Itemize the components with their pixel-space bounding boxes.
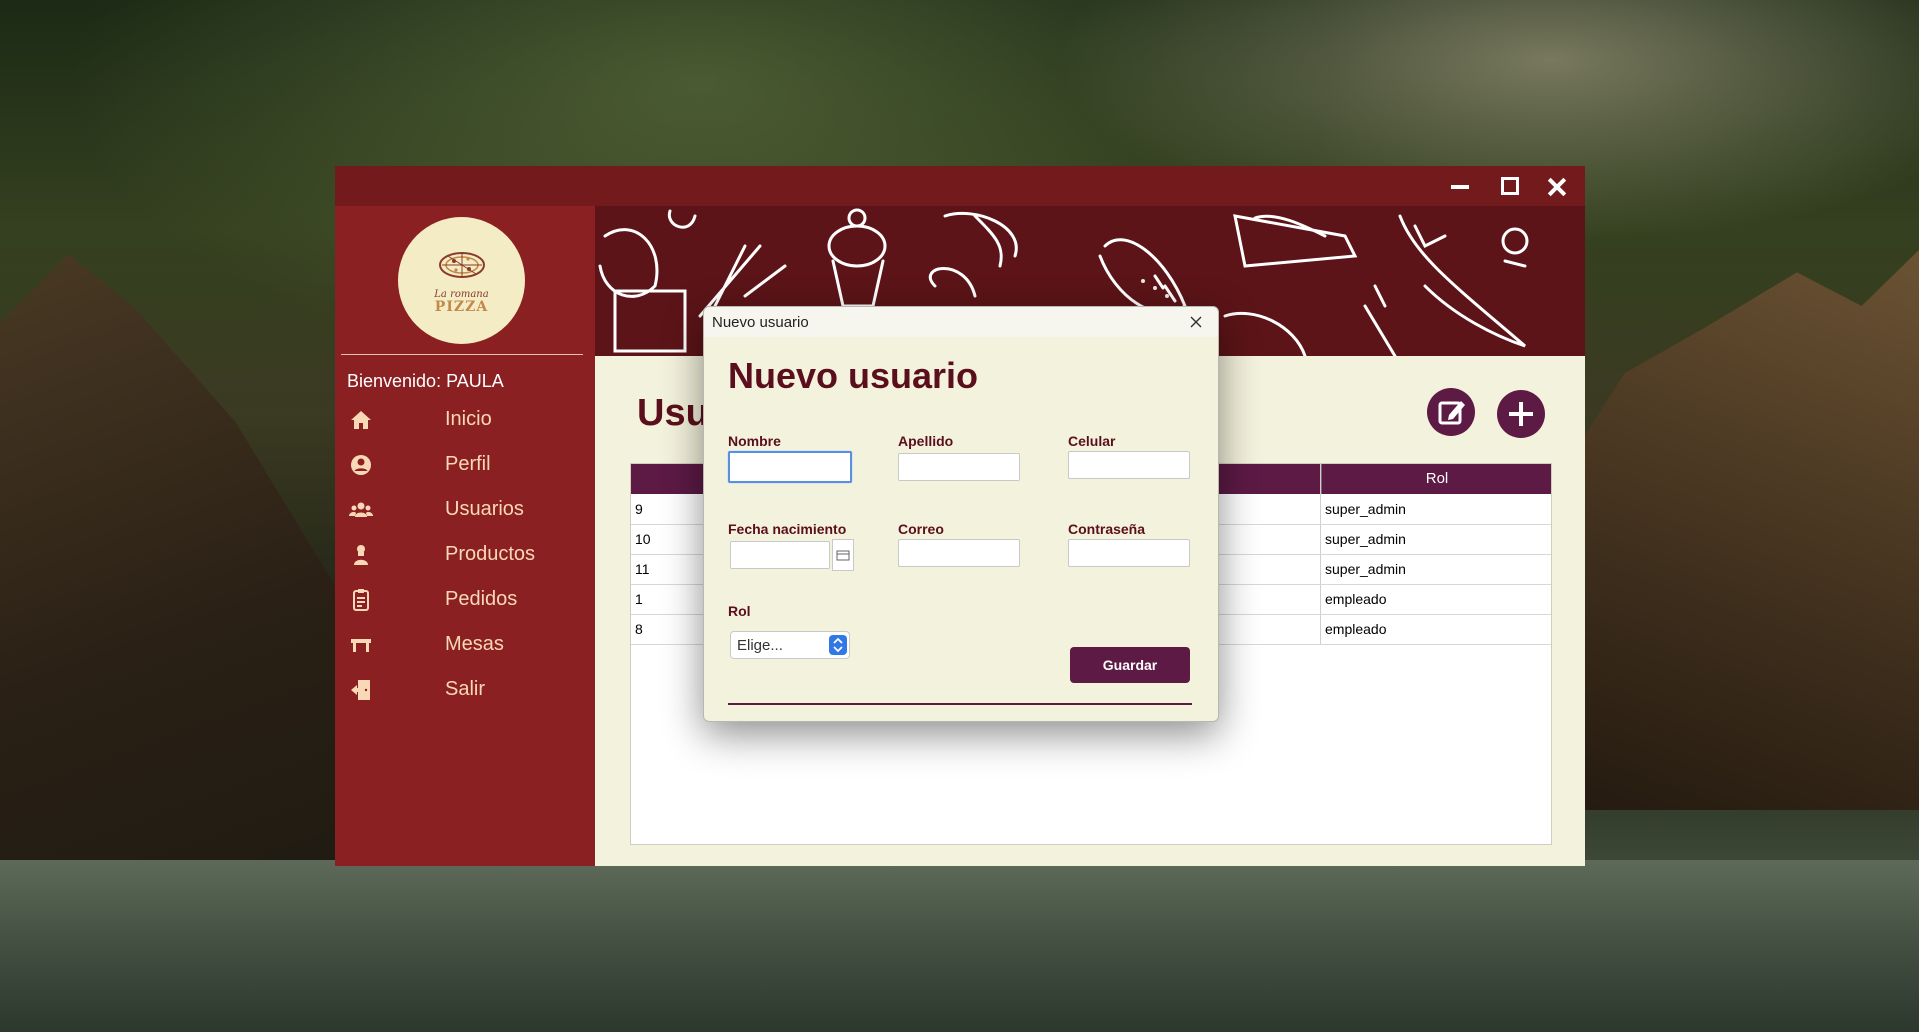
cell-rol: super_admin <box>1325 531 1406 547</box>
plus-icon <box>1509 402 1533 426</box>
wallpaper-mountain-right <box>1560 250 1919 810</box>
cell-rol: super_admin <box>1325 561 1406 577</box>
window-titlebar <box>335 166 1585 206</box>
logo: La romana PIZZA <box>398 217 525 344</box>
sidebar-item-mesas[interactable]: Mesas <box>335 623 595 667</box>
welcome-text: Bienvenido: PAULA <box>347 371 504 391</box>
sidebar-item-label: Perfil <box>445 453 491 475</box>
sidebar-item-salir[interactable]: Salir <box>335 668 595 712</box>
minimize-button[interactable] <box>1443 172 1475 200</box>
pizza-logo-icon <box>438 252 485 278</box>
correo-input[interactable] <box>898 539 1020 567</box>
cell-rol: super_admin <box>1325 501 1406 517</box>
table-icon <box>351 639 371 652</box>
home-icon <box>351 411 371 429</box>
cell-id: 1 <box>635 591 643 607</box>
calendar-icon <box>836 550 850 561</box>
correo-label: Correo <box>898 521 944 537</box>
dialog-close-button[interactable] <box>1184 311 1208 333</box>
column-header-rol[interactable]: Rol <box>1321 464 1552 494</box>
exit-door-icon <box>351 680 370 700</box>
edit-icon <box>1438 401 1465 425</box>
fecha-nacimiento-input[interactable] <box>730 541 830 569</box>
sidebar-item-label: Pedidos <box>445 588 518 610</box>
sidebar-item-perfil[interactable]: Perfil <box>335 443 595 487</box>
sidebar-item-label: Productos <box>445 543 536 565</box>
dialog-heading: Nuevo usuario <box>728 355 979 396</box>
page-title: Usu <box>637 392 709 434</box>
wallpaper-water <box>0 860 1919 1032</box>
nombre-label: Nombre <box>728 433 781 449</box>
calendar-button[interactable] <box>832 539 854 571</box>
rol-select-value: Elige... <box>737 637 783 654</box>
dialog-window-title: Nuevo usuario <box>712 314 809 331</box>
sidebar-divider <box>341 354 583 355</box>
users-icon <box>349 502 373 517</box>
apellido-input[interactable] <box>898 453 1020 481</box>
apellido-label: Apellido <box>898 433 954 449</box>
sidebar-item-inicio[interactable]: Inicio <box>335 398 595 442</box>
contrasena-label: Contraseña <box>1068 521 1146 537</box>
rol-label: Rol <box>728 603 751 619</box>
maximize-icon <box>1501 177 1519 195</box>
contrasena-input[interactable] <box>1068 539 1190 567</box>
close-icon <box>1190 316 1202 328</box>
user-circle-icon <box>351 455 371 475</box>
edit-user-button[interactable] <box>1427 388 1475 436</box>
celular-label: Celular <box>1068 433 1116 449</box>
sidebar: La romana PIZZA Bienvenido: PAULA Inicio… <box>335 206 595 866</box>
clipboard-icon <box>353 589 369 611</box>
sidebar-item-label: Usuarios <box>445 498 524 520</box>
sidebar-item-usuarios[interactable]: Usuarios <box>335 488 595 532</box>
cell-rol: empleado <box>1325 621 1387 637</box>
chef-icon <box>354 545 368 565</box>
cell-id: 10 <box>635 531 651 547</box>
cell-rol: empleado <box>1325 591 1387 607</box>
cell-id: 8 <box>635 621 643 637</box>
celular-input[interactable] <box>1068 451 1190 479</box>
dialog-titlebar: Nuevo usuario <box>704 307 1218 337</box>
sidebar-item-label: Mesas <box>445 633 504 655</box>
new-user-dialog: Nuevo usuario Nuevo usuario Nombre Apell… <box>703 306 1219 722</box>
minimize-icon <box>1451 185 1469 189</box>
cell-id: 11 <box>635 561 650 577</box>
rol-select[interactable]: Elige... <box>730 631 850 659</box>
fecha-nacimiento-label: Fecha nacimiento <box>728 521 847 537</box>
save-button[interactable]: Guardar <box>1070 647 1190 683</box>
wallpaper-mountain-left <box>0 254 380 940</box>
maximize-button[interactable] <box>1493 172 1525 200</box>
sidebar-item-pedidos[interactable]: Pedidos <box>335 578 595 622</box>
sidebar-item-productos[interactable]: Productos <box>335 533 595 577</box>
select-arrows-icon <box>829 635 847 655</box>
nombre-input[interactable] <box>728 451 852 483</box>
logo-brand: PIZZA <box>434 299 489 315</box>
dialog-divider <box>728 703 1192 705</box>
column-header-apellido[interactable]: do <box>1201 464 1321 494</box>
add-user-button[interactable] <box>1497 390 1545 438</box>
close-window-button[interactable] <box>1541 172 1573 200</box>
sidebar-item-label: Salir <box>445 678 486 700</box>
sidebar-item-label: Inicio <box>445 408 492 430</box>
cell-id: 9 <box>635 501 643 517</box>
